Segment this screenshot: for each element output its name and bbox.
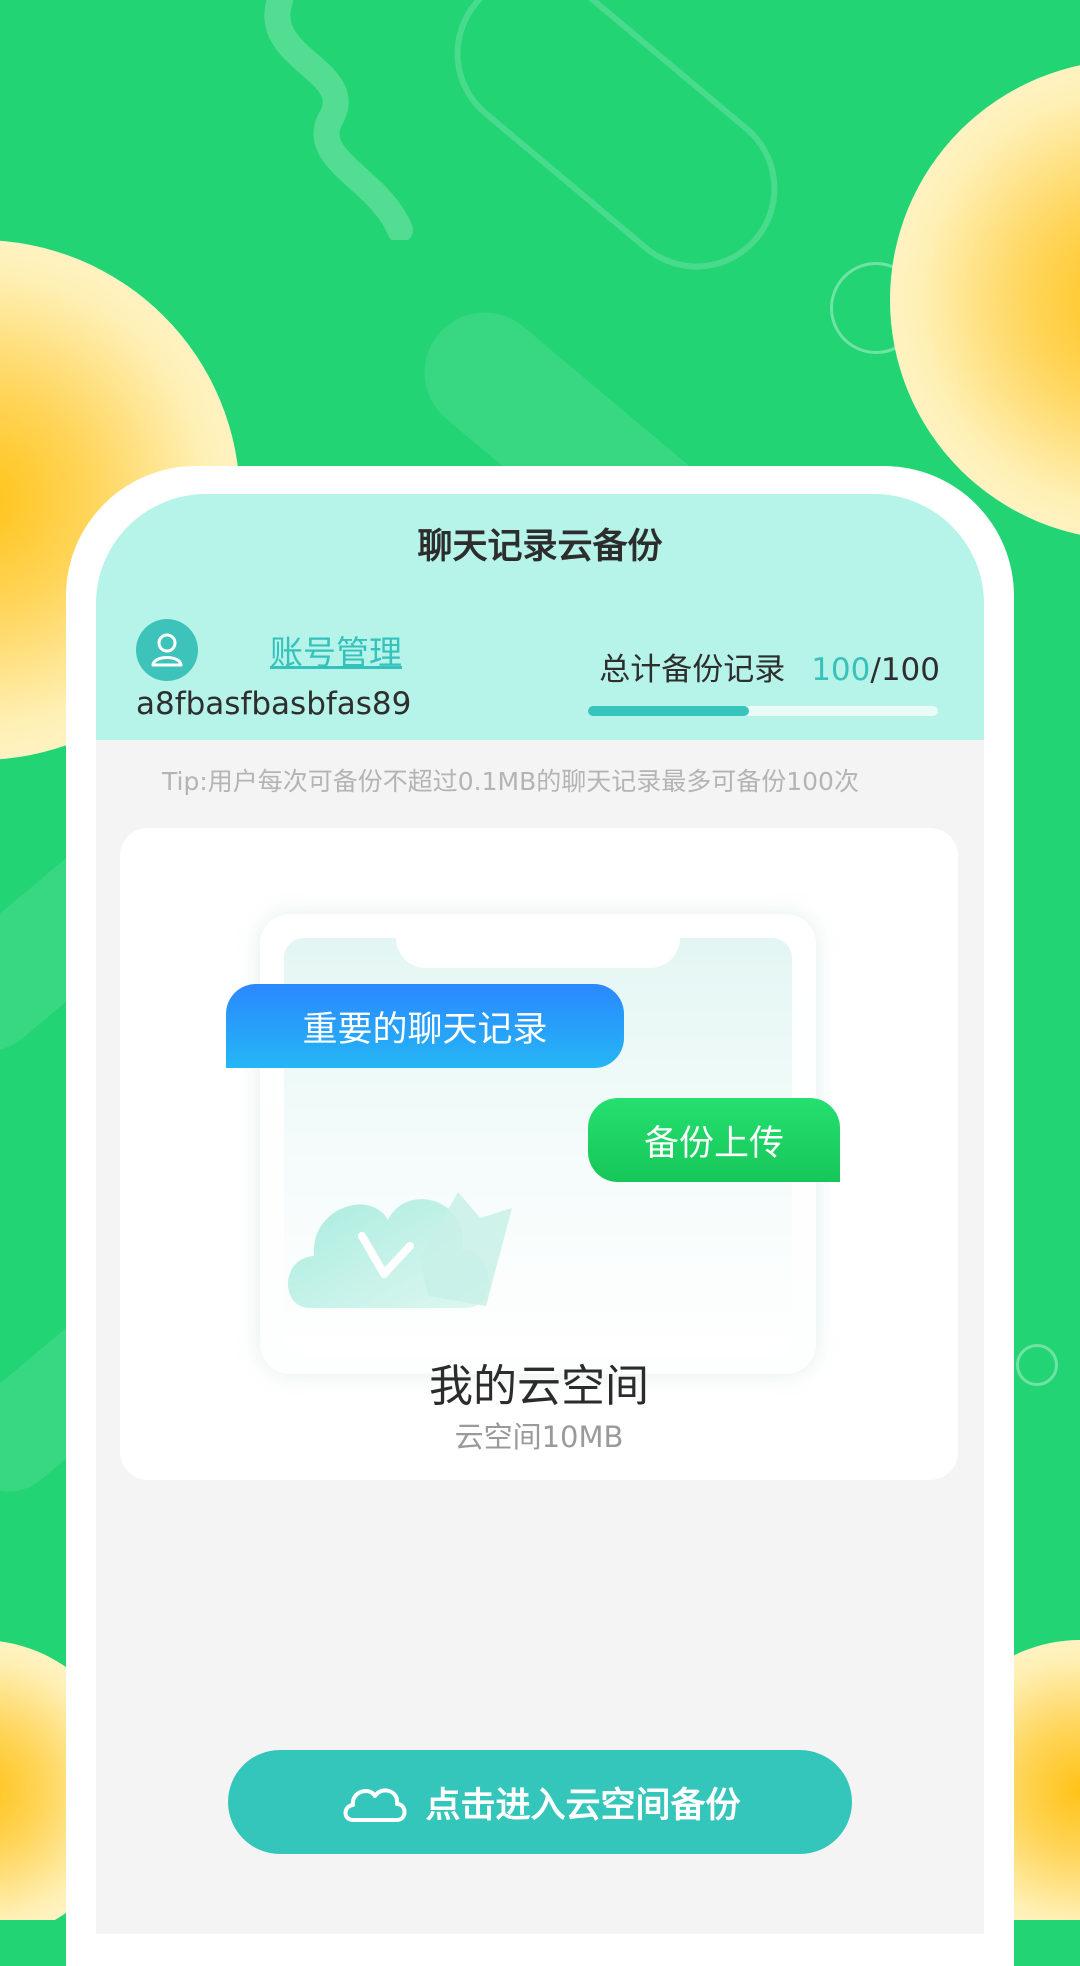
decor-ring — [1016, 1344, 1058, 1386]
cloud-icon — [344, 1788, 407, 1822]
cloud-space-capacity: 云空间10MB — [454, 1420, 624, 1454]
phone-illustration-notch — [396, 938, 680, 968]
decor-pill-outline — [421, 0, 811, 303]
cloud-space-card[interactable]: 重要的聊天记录 备份上传 我的云空间 云空间10MB — [120, 828, 958, 1480]
backup-count-used: 100 — [811, 652, 871, 688]
account-header: 聊天记录云备份 账号管理 a8fbasfbasbfas89 总计备份记录 100/… — [96, 494, 984, 740]
phone-screen: 聊天记录云备份 账号管理 a8fbasfbasbfas89 总计备份记录 100/… — [96, 494, 984, 1934]
cloud-space-title: 我的云空间 — [429, 1361, 649, 1412]
backup-count: 总计备份记录 100/100 — [599, 644, 940, 689]
backup-count-separator: / — [870, 652, 881, 688]
page-title: 聊天记录云备份 — [417, 527, 663, 567]
cloud-download-icon — [287, 1192, 512, 1308]
user-icon — [136, 619, 198, 681]
enter-cloud-backup-label: 点击进入云空间备份 — [425, 1785, 741, 1826]
backup-progress-fill — [588, 706, 749, 716]
enter-cloud-backup-button[interactable]: 点击进入云空间备份 — [228, 1750, 852, 1854]
account-management-link[interactable]: 账号管理 — [270, 626, 402, 674]
decor-squiggle — [264, 0, 413, 240]
chat-bubble-upload: 备份上传 — [588, 1098, 840, 1182]
backup-count-label: 总计备份记录 — [599, 652, 786, 688]
backup-progress-bar — [588, 706, 938, 716]
user-id: a8fbasfbasbfas89 — [136, 686, 412, 722]
decor-sun — [890, 60, 1080, 540]
backup-count-total: 100 — [880, 652, 940, 688]
tip-text: Tip:用户每次可备份不超过0.1MB的聊天记录最多可备份100次 — [162, 767, 859, 796]
chat-bubble-important: 重要的聊天记录 — [226, 984, 624, 1068]
